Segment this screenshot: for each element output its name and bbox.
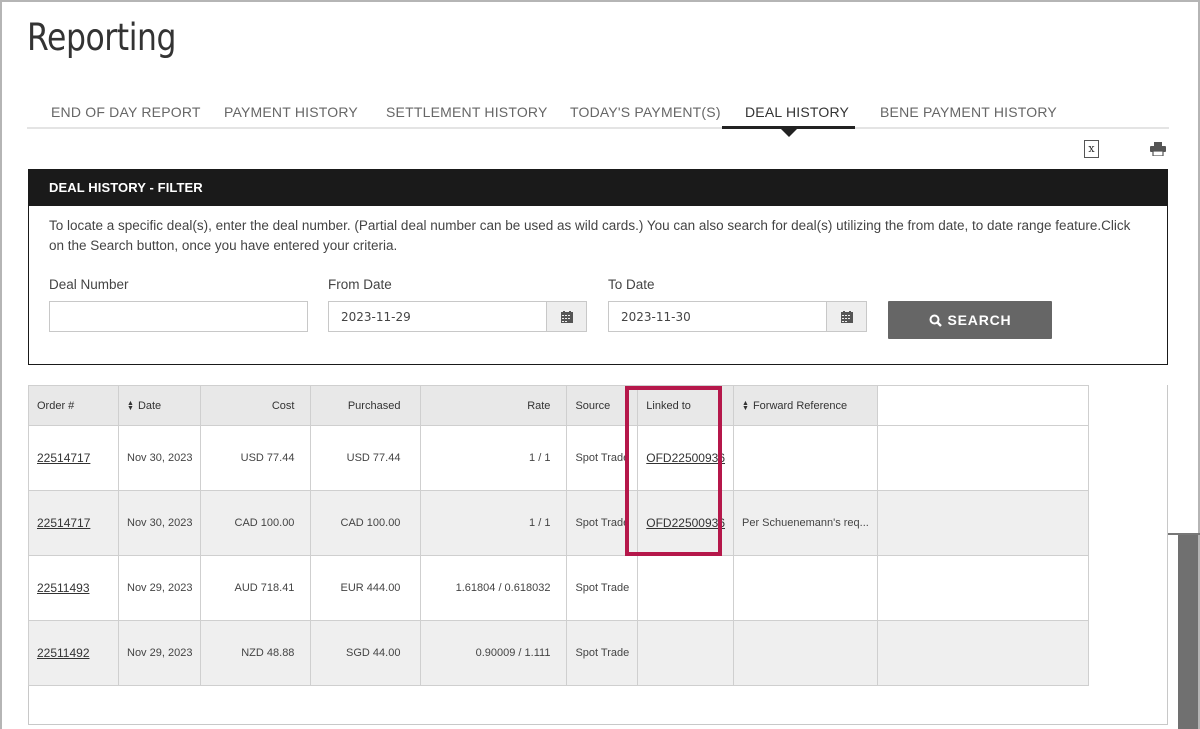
date-cell: Nov 29, 2023 bbox=[117, 620, 202, 686]
source-cell: Spot Trade bbox=[566, 555, 639, 621]
to-date-input[interactable] bbox=[608, 301, 827, 332]
col-source: Source bbox=[566, 385, 639, 426]
table-row: 22511492 Nov 29, 2023 NZD 48.88 SGD 44.0… bbox=[28, 620, 1089, 686]
rate-cell: 1 / 1 bbox=[420, 490, 568, 556]
table-row: 22514717 Nov 30, 2023 CAD 100.00 CAD 100… bbox=[28, 490, 1089, 556]
source-cell: Spot Trade bbox=[566, 490, 639, 556]
forward-reference-cell bbox=[733, 620, 878, 686]
order-link[interactable]: 22514717 bbox=[37, 516, 90, 530]
cost-cell: CAD 100.00 bbox=[200, 490, 312, 556]
col-cost: Cost bbox=[200, 385, 312, 426]
col-forward-reference[interactable]: ▲ ▼ Forward Reference bbox=[733, 385, 878, 426]
order-link[interactable]: 22511492 bbox=[37, 646, 90, 660]
date-cell: Nov 30, 2023 bbox=[117, 490, 202, 556]
filter-title: DEAL HISTORY - FILTER bbox=[29, 170, 1167, 206]
tab-deal-history[interactable]: DEAL HISTORY bbox=[745, 104, 849, 120]
col-blank bbox=[876, 385, 1089, 426]
rate-cell: 1.61804 / 0.618032 bbox=[420, 555, 568, 621]
col-purchased: Purchased bbox=[310, 385, 422, 426]
tab-settlement-history[interactable]: SETTLEMENT HISTORY bbox=[386, 104, 548, 120]
report-tabs: END OF DAY REPORT PAYMENT HISTORY SETTLE… bbox=[27, 100, 1169, 137]
to-date-calendar-button[interactable] bbox=[826, 301, 867, 332]
date-cell: Nov 30, 2023 bbox=[117, 425, 202, 491]
blank-cell bbox=[876, 620, 1089, 686]
purchased-cell: EUR 444.00 bbox=[310, 555, 422, 621]
to-date-label: To Date bbox=[608, 277, 655, 292]
tab-payment-history[interactable]: PAYMENT HISTORY bbox=[224, 104, 358, 120]
scrollbar-thumb[interactable] bbox=[1178, 535, 1198, 729]
table-row: 22511493 Nov 29, 2023 AUD 718.41 EUR 444… bbox=[28, 555, 1089, 621]
table-header-row: Order # ▲ ▼ Date Cost Purchased Rate Sourc… bbox=[28, 385, 1089, 426]
print-icon[interactable] bbox=[1150, 142, 1166, 161]
filter-description: To locate a specific deal(s), enter the … bbox=[49, 218, 1131, 253]
deal-history-filter-panel: DEAL HISTORY - FILTER To locate a specif… bbox=[28, 169, 1168, 365]
forward-reference-cell bbox=[733, 555, 878, 621]
blank-cell bbox=[876, 555, 1089, 621]
cost-cell: NZD 48.88 bbox=[200, 620, 312, 686]
source-cell: Spot Trade bbox=[566, 425, 639, 491]
deal-history-table: Order # ▲ ▼ Date Cost Purchased Rate Sourc… bbox=[28, 385, 1089, 686]
calendar-icon bbox=[840, 310, 853, 323]
cost-cell: USD 77.44 bbox=[200, 425, 312, 491]
forward-reference-cell: Per Schuenemann's req... bbox=[733, 490, 878, 556]
blank-cell bbox=[876, 425, 1089, 491]
deal-number-input[interactable] bbox=[49, 301, 308, 332]
col-date[interactable]: ▲ ▼ Date bbox=[117, 385, 202, 426]
purchased-cell: CAD 100.00 bbox=[310, 490, 422, 556]
linked-to-link[interactable]: OFD22500936 bbox=[646, 516, 725, 530]
search-icon bbox=[929, 314, 942, 327]
purchased-cell: USD 77.44 bbox=[310, 425, 422, 491]
tab-end-of-day-report[interactable]: END OF DAY REPORT bbox=[51, 104, 201, 120]
forward-reference-cell bbox=[733, 425, 878, 491]
rate-cell: 0.90009 / 1.111 bbox=[420, 620, 568, 686]
table-row: 22514717 Nov 30, 2023 USD 77.44 USD 77.4… bbox=[28, 425, 1089, 491]
rate-cell: 1 / 1 bbox=[420, 425, 568, 491]
deal-number-label: Deal Number bbox=[49, 277, 129, 292]
cost-cell: AUD 718.41 bbox=[200, 555, 312, 621]
col-rate: Rate bbox=[420, 385, 568, 426]
from-date-label: From Date bbox=[328, 277, 392, 292]
sort-icon: ▲ ▼ bbox=[127, 399, 134, 412]
purchased-cell: SGD 44.00 bbox=[310, 620, 422, 686]
date-cell: Nov 29, 2023 bbox=[117, 555, 202, 621]
active-tab-caret bbox=[781, 129, 797, 137]
source-cell: Spot Trade bbox=[566, 620, 639, 686]
order-link[interactable]: 22514717 bbox=[37, 451, 90, 465]
col-linked-to: Linked to bbox=[637, 385, 734, 426]
page-title: Reporting bbox=[27, 16, 177, 59]
linked-to-link[interactable]: OFD22500936 bbox=[646, 451, 725, 465]
order-link[interactable]: 22511493 bbox=[37, 581, 90, 595]
search-button-label: SEARCH bbox=[947, 312, 1012, 328]
from-date-calendar-button[interactable] bbox=[546, 301, 587, 332]
sort-icon: ▲ ▼ bbox=[742, 399, 749, 412]
tab-todays-payments[interactable]: TODAY'S PAYMENT(S) bbox=[570, 104, 721, 120]
col-order: Order # bbox=[28, 385, 119, 426]
tab-bene-payment-history[interactable]: BENE PAYMENT HISTORY bbox=[880, 104, 1057, 120]
from-date-input[interactable] bbox=[328, 301, 547, 332]
calendar-icon bbox=[560, 310, 573, 323]
excel-export-icon[interactable]: x bbox=[1084, 140, 1099, 158]
blank-cell bbox=[876, 490, 1089, 556]
search-button[interactable]: SEARCH bbox=[888, 301, 1052, 339]
